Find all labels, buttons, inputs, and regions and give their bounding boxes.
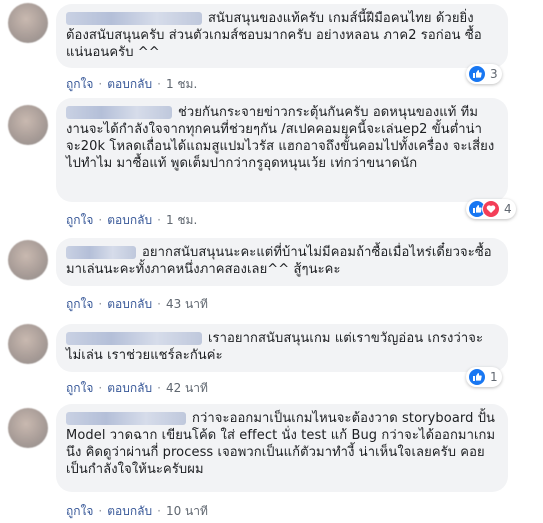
like-link[interactable]: ถูกใจ (66, 211, 93, 230)
timestamp[interactable]: 10 นาที (166, 502, 208, 521)
like-icon (468, 368, 486, 386)
like-link[interactable]: ถูกใจ (66, 75, 93, 94)
comment-actions: ถูกใจ · ตอบกลับ · 1 ชม. (66, 75, 197, 94)
comment-bubble: กว่าจะออกมาเป็นเกมไหนจะต้องวาด storyboar… (56, 404, 508, 492)
author-name[interactable] (66, 246, 136, 259)
comment-actions: ถูกใจ · ตอบกลับ · 42 นาที (66, 379, 208, 398)
reaction-summary[interactable]: 3 (466, 64, 502, 84)
reply-link[interactable]: ตอบกลับ (107, 211, 152, 230)
timestamp[interactable]: 43 นาที (166, 295, 208, 314)
timestamp[interactable]: 42 นาที (166, 379, 208, 398)
comment-bubble: เราอยากสนับสนุนเกม แต่เราขวัญอ่อน เกรงว่… (56, 324, 508, 372)
love-icon (482, 200, 500, 218)
reply-link[interactable]: ตอบกลับ (107, 75, 152, 94)
author-name[interactable] (66, 332, 202, 345)
comment-actions: ถูกใจ · ตอบกลับ · 10 นาที (66, 502, 208, 521)
avatar[interactable] (8, 324, 48, 364)
timestamp[interactable]: 1 ชม. (166, 75, 197, 94)
timestamp[interactable]: 1 ชม. (166, 211, 197, 230)
author-name[interactable] (66, 12, 202, 25)
like-link[interactable]: ถูกใจ (66, 379, 93, 398)
comment-actions: ถูกใจ · ตอบกลับ · 1 ชม. (66, 211, 197, 230)
reaction-count: 3 (490, 67, 498, 81)
reply-link[interactable]: ตอบกลับ (107, 295, 152, 314)
comment-bubble: สนับสนุนของแท้ครับ เกมส์นี้ฝีมือคนไทย ด้… (56, 4, 508, 68)
reply-link[interactable]: ตอบกลับ (107, 502, 152, 521)
like-link[interactable]: ถูกใจ (66, 502, 93, 521)
like-icon (468, 65, 486, 83)
author-name[interactable] (66, 412, 186, 425)
avatar[interactable] (8, 105, 48, 145)
avatar[interactable] (8, 240, 48, 280)
reply-link[interactable]: ตอบกลับ (107, 379, 152, 398)
reaction-count: 4 (504, 202, 512, 216)
reaction-summary[interactable]: 1 (466, 367, 502, 387)
comment-bubble: อยากสนับสนุนนะคะแต่ที่บ้านไม่มีคอมถ้าซื้… (56, 238, 508, 286)
avatar[interactable] (8, 408, 48, 448)
comment-bubble: ช่วยกันกระจายข่าวกระตุ้นกันครับ อดหนุนขอ… (56, 98, 508, 202)
like-link[interactable]: ถูกใจ (66, 295, 93, 314)
reaction-count: 1 (490, 370, 498, 384)
avatar[interactable] (8, 3, 48, 43)
author-name[interactable] (66, 106, 172, 119)
reaction-summary[interactable]: 4 (466, 199, 516, 219)
comment-actions: ถูกใจ · ตอบกลับ · 43 นาที (66, 295, 208, 314)
